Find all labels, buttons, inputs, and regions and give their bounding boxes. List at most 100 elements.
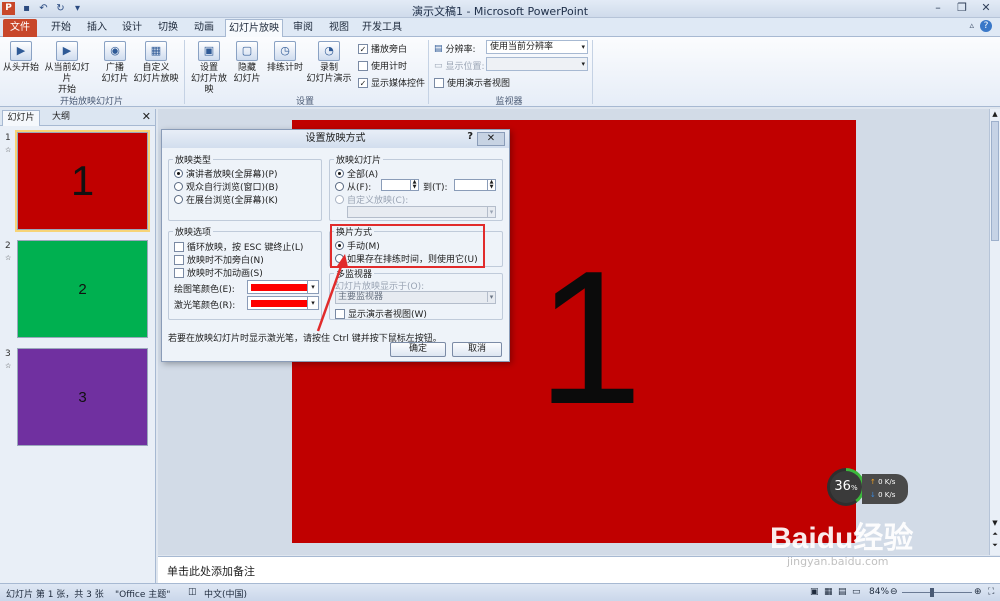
record-icon: ◔ (318, 41, 340, 61)
use-presenter-view-checkbox[interactable]: 使用演示者视图 (434, 76, 510, 89)
show-presenter-view-checkbox[interactable]: 显示演示者视图(W) (335, 307, 427, 320)
scroll-down-icon[interactable]: ▼ (990, 519, 1000, 527)
spinner-arrows-icon[interactable]: ▲ ▼ (410, 180, 418, 190)
play-from-start-icon: ▶ (10, 41, 32, 61)
dialog-title: 设置放映方式 (162, 130, 509, 148)
restore-icon[interactable]: ❐ (950, 0, 974, 17)
slide-text[interactable]: 1 (537, 238, 643, 438)
hide-slide-button[interactable]: ▢ 隐藏 幻灯片 (232, 41, 262, 85)
notes-placeholder[interactable]: 单击此处添加备注 (167, 563, 255, 579)
tab-slides[interactable]: 幻灯片 (2, 110, 40, 126)
slides-pane: 幻灯片 大纲 ✕ 1 ☆ 1 2 ☆ 2 3 ☆ 3 (0, 109, 156, 583)
slideshow-view-icon[interactable]: ▭ (852, 587, 861, 597)
setup-slideshow-icon: ▣ (198, 41, 220, 61)
ok-button[interactable]: 确定 (390, 342, 446, 357)
next-slide-icon[interactable]: ⏷ (990, 541, 1000, 550)
tab-animations[interactable]: 动画 (187, 19, 221, 37)
cancel-button[interactable]: 取消 (452, 342, 502, 357)
show-media-controls-checkbox[interactable]: ✓ 显示媒体控件 (358, 76, 425, 89)
from-beginning-button[interactable]: ▶ 从头开始 (3, 41, 39, 74)
resolution-select[interactable]: 使用当前分辨率 ▾ (486, 40, 588, 54)
normal-view-icon[interactable]: ▣ (810, 587, 819, 597)
tab-home[interactable]: 开始 (44, 19, 78, 37)
zoom-level[interactable]: 84% (869, 587, 889, 597)
show-without-narration-checkbox[interactable]: 放映时不加旁白(N) (174, 253, 264, 266)
chevron-down-icon: ▾ (307, 297, 318, 309)
tab-design[interactable]: 设计 (115, 19, 149, 37)
spellcheck-icon[interactable]: ◫ (188, 587, 197, 597)
display-on-select[interactable]: ▾ (486, 57, 588, 71)
close-icon[interactable]: ✕ (142, 110, 151, 123)
laser-color-label: 激光笔颜色(R): (174, 301, 236, 311)
zoom-slider-thumb[interactable] (930, 588, 934, 597)
spinner-arrows-icon[interactable]: ▲ ▼ (487, 180, 495, 190)
scrollbar-thumb[interactable] (991, 121, 999, 241)
presenter-mode-radio[interactable]: 演讲者放映(全屏幕)(P) (174, 167, 277, 180)
chevron-down-icon: ▾ (581, 43, 585, 51)
zoom-slider[interactable] (902, 592, 972, 593)
slide-thumbnail-2[interactable]: 2 (17, 240, 148, 338)
collapse-ribbon-icon[interactable]: ▵ (969, 21, 974, 31)
use-timings-checkbox[interactable]: 使用计时 (358, 59, 407, 72)
tab-slideshow[interactable]: 幻灯片放映 (225, 19, 283, 37)
checkbox-checked: ✓ (358, 77, 368, 88)
upload-speed: ↑ 0 K/s (870, 478, 896, 486)
group-label-start: 开始放映幻灯片 (59, 97, 123, 107)
help-icon[interactable]: ? (980, 20, 992, 32)
broadcast-slideshow-button[interactable]: ◉ 广播 幻灯片 (99, 41, 131, 85)
chevron-down-icon: ▾ (487, 207, 495, 217)
zoom-in-icon[interactable]: ⊕ (974, 587, 982, 597)
slide-sorter-icon[interactable]: ▦ (824, 587, 833, 597)
setup-slideshow-button[interactable]: ▣ 设置 幻灯片放映 (188, 41, 230, 96)
laser-color-picker[interactable]: ▾ (247, 296, 319, 310)
play-narrations-checkbox[interactable]: ✓ 播放旁白 (358, 42, 407, 55)
custom-slideshow-button[interactable]: ▦ 自定义 幻灯片放映 (133, 41, 179, 85)
browsed-window-radio[interactable]: 观众自行浏览(窗口)(B) (174, 180, 278, 193)
from-current-slide-button[interactable]: ▶ 从当前幻灯片 开始 (41, 41, 93, 96)
close-icon[interactable]: ✕ (477, 132, 505, 146)
previous-slide-icon[interactable]: ⏶ (990, 530, 1000, 539)
custom-show-radio[interactable]: 自定义放映(C): (335, 193, 408, 206)
tab-review[interactable]: 审阅 (286, 19, 320, 37)
reading-view-icon[interactable]: ▤ (838, 587, 847, 597)
all-slides-radio[interactable]: 全部(A) (335, 167, 378, 180)
to-slide-spinner[interactable]: ▲ ▼ (454, 179, 496, 191)
monitor-icon: ▭ (434, 60, 443, 71)
tab-outline[interactable]: 大纲 (44, 110, 78, 126)
chevron-down-icon: ▾ (581, 60, 585, 68)
pen-color-picker[interactable]: ▾ (247, 280, 319, 294)
tab-file[interactable]: 文件 (3, 19, 37, 37)
tab-transitions[interactable]: 切换 (151, 19, 185, 37)
close-icon[interactable]: ✕ (974, 0, 998, 17)
slide-thumbnail-3[interactable]: 3 (17, 348, 148, 446)
vertical-scrollbar[interactable]: ▲ ▼ ⏶ ⏷ (989, 109, 1000, 555)
minimize-icon[interactable]: – (926, 0, 950, 17)
tab-insert[interactable]: 插入 (80, 19, 114, 37)
tab-view[interactable]: 视图 (322, 19, 356, 37)
fit-to-window-icon[interactable]: ⛶ (988, 587, 994, 597)
ribbon-tabs: 文件 开始 插入 设计 切换 动画 幻灯片放映 审阅 视图 开发工具 ▵ ? (0, 18, 1000, 37)
tab-developer[interactable]: 开发工具 (360, 19, 404, 37)
from-slide-spinner[interactable]: ▲ ▼ (381, 179, 419, 191)
kiosk-mode-radio[interactable]: 在展台浏览(全屏幕)(K) (174, 193, 278, 206)
download-arrow-icon: ↓ (870, 491, 876, 499)
custom-show-select[interactable]: ▾ (347, 206, 496, 218)
loop-until-esc-checkbox[interactable]: 循环放映，按 ESC 键终止(L) (174, 240, 303, 253)
zoom-out-icon[interactable]: ⊖ (890, 587, 898, 597)
chevron-down-icon: ▾ (487, 292, 495, 302)
pen-color-swatch (251, 284, 308, 291)
cpu-meter[interactable]: 36% (827, 468, 865, 506)
record-slideshow-button[interactable]: ◔ 录制 幻灯片演示 (306, 41, 352, 85)
show-without-animation-checkbox[interactable]: 放映时不加动画(S) (174, 266, 263, 279)
broadcast-icon: ◉ (104, 41, 126, 61)
rehearse-timings-button[interactable]: ◷ 排练计时 (266, 41, 304, 74)
language[interactable]: 中文(中国) (204, 587, 247, 600)
scroll-up-icon[interactable]: ▲ (990, 110, 1000, 118)
slide-thumbnail-1[interactable]: 1 (17, 132, 148, 230)
slide-number: 3 (5, 349, 11, 359)
cpu-meter-value: 36% (830, 471, 862, 503)
help-icon[interactable]: ? (467, 131, 473, 142)
display-on-select[interactable]: 主要监视器 ▾ (335, 291, 496, 304)
from-slide-radio[interactable]: 从(F): (335, 180, 371, 193)
group-label-setup: 设置 (295, 97, 314, 107)
